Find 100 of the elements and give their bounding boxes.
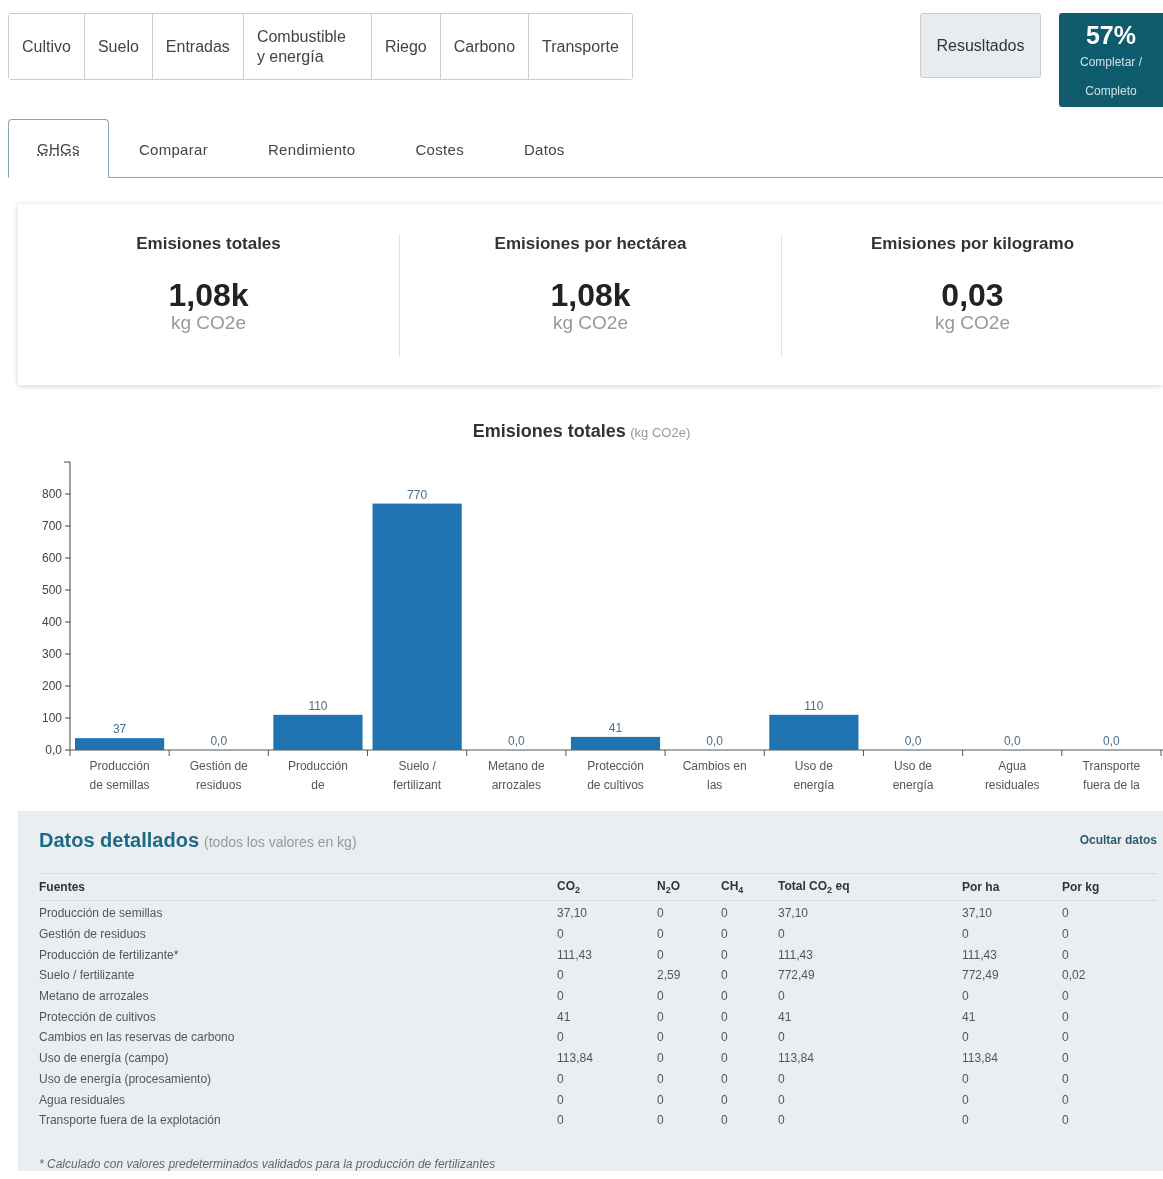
table-cell-text: 0 [962,927,970,942]
table-cell-text: Transporte fuera de la explotación [39,1113,222,1128]
table-cell-text: 0,02 [1062,968,1087,983]
table-cell-text: 0 [721,1071,729,1086]
category-label: Gestión de residuos [189,759,248,792]
tick-label: 300 [41,647,62,661]
table-cell-text: 0 [1062,1092,1070,1107]
results-button[interactable]: Resusltados [920,13,1041,78]
table-cell-text: 111,43 [962,947,998,962]
table-cell-text: 0 [557,989,565,1004]
metric-value: 0,03 [941,278,1004,312]
chart-title: Emisiones totales [472,421,626,441]
progress-label: Completar / Completo [1079,54,1143,100]
table-cell-text: 0 [1062,927,1070,942]
table-cell-text: Producción de fertilizante* [39,947,180,962]
tab[interactable]: GHGs [8,119,109,178]
table-cell-text: 0 [1062,906,1070,921]
table-cell-text: 0 [1062,989,1070,1004]
table-cell-text: Uso de energía (procesamiento) [39,1071,213,1086]
table-cell-text: 0 [721,989,729,1004]
table-cell-text: 0 [1062,1071,1070,1086]
value-label: 110 [308,698,328,713]
table-cell-text: 0 [657,1030,665,1045]
table-cell-text: 0 [557,1092,565,1107]
table-cell-text: 0 [721,1113,729,1128]
value-label: 0,0 [904,734,922,748]
table-cell-text: 37,10 [557,906,589,921]
table-cell-text: 0 [1062,947,1070,962]
table-cell-text: 0 [1062,1051,1070,1066]
tab[interactable]: Costes [385,119,494,178]
table-cell-text: 0 [557,1071,565,1086]
column-header: Total CO$_{2}$ eq [778,878,851,896]
value-label: 0,0 [706,734,724,748]
category-label: Agua residuales [984,759,1040,792]
step-tab[interactable]: Cultivo [9,14,85,79]
table-cell-text: 0 [721,947,729,962]
value-label: 41 [608,720,623,735]
table-cell-text: 0 [778,1092,786,1107]
table-cell-text: 0 [962,1113,970,1128]
metric-value: 1,08k [168,278,249,312]
table-cell-text: Producción de semillas [39,906,164,921]
metric-value: 1,08k [550,278,631,312]
table-cell-text: 0 [962,1092,970,1107]
category-label: Cambios en las [682,759,747,792]
table-cell-text: 0 [557,1113,565,1128]
section-subtitle: (todos los valores en kg) [204,834,357,850]
table-cell-text: 0 [721,927,729,942]
table-cell-text: 0 [962,1030,970,1045]
table-cell-text: 0 [721,1092,729,1107]
tick-label: 200 [41,679,62,693]
table-cell-text: 0 [657,906,665,921]
category-label: Uso de energía [892,759,934,792]
tick-label: 500 [41,583,62,597]
tab[interactable]: Datos [494,119,595,178]
table-cell-text: 0 [657,927,665,942]
table-cell-text: 0 [962,1071,970,1086]
table-cell-text: 0 [721,906,729,921]
category-label: Suelo / fertilizant [393,759,442,792]
metric-title: Emisiones por hectárea [494,234,687,254]
tick-label: 0,0 [45,743,62,757]
table-cell-text: 0 [1062,1113,1070,1128]
table-cell-text: Protección de cultivos [39,1009,157,1024]
metric-title: Emisiones totales [136,234,281,254]
value-label: 0,0 [1103,734,1120,748]
value-label: 110 [804,698,824,713]
table-cell-text: 0 [721,968,729,983]
table-cell-text: Metano de arrozales [39,989,150,1004]
tick-label: 400 [41,615,62,629]
table-cell-text: 0 [778,1030,786,1045]
category-label: Metano de arrozales [487,759,545,792]
table-cell-text: 0 [778,1071,786,1086]
metric-unit: kg CO2e [553,312,628,334]
column-header: CH$_{4}$ [721,878,745,896]
tick-label: 700 [41,519,62,533]
chart-unit: (kg CO2e) [630,425,691,440]
column-header: Fuentes [39,880,86,894]
table-cell-text: 0 [557,1030,565,1045]
table-cell-text: 0 [721,1009,729,1024]
hide-data-link[interactable]: Ocultar datos [1079,833,1157,847]
tab[interactable]: Comparar [108,119,238,178]
table-cell-text: 41 [557,1009,572,1024]
table-cell-text: 0 [778,927,786,942]
column-header: Por kg [1062,880,1101,894]
value-label: 0,0 [1003,734,1021,748]
progress-percent: 57% [1085,21,1136,50]
value-label: 770 [407,487,428,502]
tab[interactable]: Rendimiento [237,119,386,178]
tick-label: 100 [41,711,62,725]
value-label: 37 [112,722,127,737]
metric-unit: kg CO2e [935,312,1010,334]
table-cell-text: 0 [778,1113,786,1128]
table-cell-text: Uso de energía (campo) [39,1051,170,1066]
table-cell-text: 111,43 [778,947,814,962]
table-cell-text: 111,43 [557,947,593,962]
table-cell-text: 0 [657,1113,665,1128]
category-label: Protección de cultivos [587,759,644,792]
table-cell-text: 0 [778,989,786,1004]
table-cell-text: 0 [962,989,970,1004]
table-cell-text: 0 [657,947,665,962]
tick-label: 800 [41,487,62,501]
